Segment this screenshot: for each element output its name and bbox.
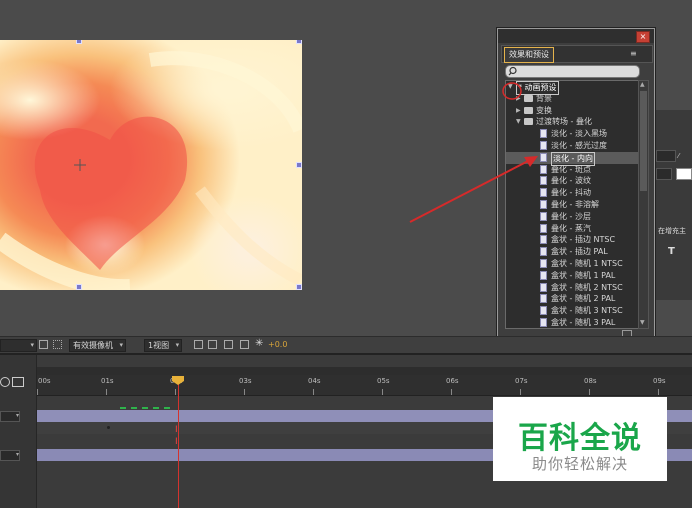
ruler-label: 05s	[377, 377, 390, 385]
ruler-label: 00s	[38, 377, 51, 385]
right-panel-text: 在增充主	[658, 227, 686, 235]
preset-file-icon	[540, 235, 547, 245]
font-dropdown[interactable]	[656, 150, 676, 162]
selection-handle[interactable]	[296, 40, 302, 44]
toggle-pixel-aspect-icon[interactable]	[194, 340, 203, 349]
flowchart-icon[interactable]	[240, 340, 249, 349]
tree-item-label: 盒状 - 随机 3 PAL	[551, 318, 616, 327]
watermark-subtitle: 助你轻松解决	[531, 455, 628, 473]
preset-file-icon	[540, 259, 547, 268]
tree-item-label: 盒状 - 随机 3 NTSC	[551, 306, 623, 316]
playhead-icon[interactable]	[172, 376, 184, 385]
ruler-tick	[106, 389, 107, 395]
preset-file-icon	[540, 270, 547, 280]
composition-frame-preview[interactable]	[0, 40, 302, 290]
ruler-label: 03s	[239, 377, 252, 385]
frame-blending-icon[interactable]	[12, 377, 24, 387]
selection-handle[interactable]	[76, 284, 82, 290]
scrollbar-thumb[interactable]	[640, 91, 647, 191]
ruler-tick	[589, 389, 590, 395]
preset-file-icon	[540, 306, 547, 316]
preset-file-icon	[540, 282, 547, 292]
timeline-icon[interactable]	[224, 340, 233, 349]
work-area-bar[interactable]	[37, 367, 692, 375]
ruler-tick	[658, 389, 659, 395]
tree-preset-item[interactable]: 盒状 - 随机 1 NTSC	[506, 258, 638, 270]
ruler-label: 01s	[101, 377, 114, 385]
ruler-label: 04s	[308, 377, 321, 385]
tree-item-label: 盒状 - 插边 NTSC	[551, 235, 616, 245]
ruler-tick	[382, 389, 383, 395]
fast-preview-icon[interactable]	[208, 340, 217, 349]
panel-title-bar[interactable]: ×	[498, 29, 654, 43]
view-layout-select[interactable]: 1视图	[144, 339, 183, 352]
ruler-label: 06s	[446, 377, 459, 385]
current-time-indicator[interactable]	[178, 379, 179, 508]
panel-menu-icon[interactable]: ≡	[630, 49, 637, 58]
ruler-tick	[451, 389, 452, 395]
ruler-tick	[175, 389, 176, 395]
character-panel-partial: ⁄ 在增充主 T	[653, 110, 692, 300]
preset-file-icon	[540, 318, 547, 327]
ruler-tick	[37, 389, 38, 395]
camera-select[interactable]: 有效摄像机	[69, 339, 126, 352]
exposure-icon[interactable]: ✳	[255, 338, 263, 349]
layer-mode-dropdown[interactable]: ▾	[0, 411, 20, 422]
selection-handle[interactable]	[296, 284, 302, 290]
ruler-tick	[313, 389, 314, 395]
tree-preset-item[interactable]: 盒状 - 随机 2 NTSC	[506, 282, 638, 294]
ruler-label: 07s	[515, 377, 528, 385]
watermark-title: 百科全说	[518, 421, 642, 456]
panel-tab-row: 效果和预设 ≡	[501, 45, 653, 63]
viewer-toolbar: 有效摄像机 1视图 ✳ +0.0	[0, 336, 692, 353]
eyedropper-icon[interactable]: ⁄	[678, 152, 679, 160]
ruler-tick	[520, 389, 521, 395]
tree-item-label: 盒状 - 随机 1 PAL	[551, 270, 616, 280]
fire-heart-image	[0, 51, 302, 290]
selection-handle[interactable]	[296, 162, 302, 168]
annotation-arrow-line	[409, 159, 531, 223]
exposure-value[interactable]: +0.0	[268, 340, 287, 349]
tree-preset-item[interactable]: 盒状 - 随机 1 PAL	[506, 270, 638, 282]
tree-preset-item[interactable]: 盒状 - 插边 PAL	[506, 246, 638, 258]
time-ruler[interactable]: 00s01s02s03s04s05s06s07s08s09s	[37, 375, 692, 396]
tree-item-label: 盒状 - 插边 PAL	[551, 247, 608, 257]
style-dropdown[interactable]	[656, 168, 672, 180]
preview-render-bar	[120, 407, 170, 411]
composition-viewer: ⁄ 在增充主 T × 效果和预设 ≡ ▼ * 动画预设 ▶ 背景 ▶ 变换 ▼ 过渡转场 - …	[0, 0, 692, 346]
scroll-down-icon[interactable]: ▼	[640, 319, 645, 326]
keyframe-dot[interactable]	[107, 426, 110, 429]
text-tool-icon[interactable]: T	[668, 246, 675, 257]
layer-switches-column: ▾ ▾	[0, 355, 37, 508]
tree-preset-item[interactable]: 盒状 - 随机 3 NTSC	[506, 305, 638, 317]
layer-mode-dropdown[interactable]: ▾	[0, 450, 20, 461]
tree-preset-item[interactable]: 盒状 - 随机 3 PAL	[506, 317, 638, 328]
close-icon[interactable]: ×	[636, 31, 650, 43]
ruler-label: 09s	[653, 377, 666, 385]
region-of-interest-icon[interactable]	[39, 340, 48, 349]
ruler-label: 08s	[584, 377, 597, 385]
preset-file-icon	[540, 247, 547, 257]
tree-item-label: 盒状 - 随机 2 NTSC	[551, 282, 623, 292]
zoom-dropdown[interactable]	[0, 339, 37, 352]
preset-file-icon	[540, 294, 547, 304]
tree-item-label: 盒状 - 随机 1 NTSC	[551, 259, 623, 268]
annotation-overlay	[409, 82, 538, 223]
watermark-logo: 百科全说 助你轻松解决	[493, 397, 667, 481]
transparency-grid-icon[interactable]	[53, 340, 62, 349]
tree-item-label: 盒状 - 随机 2 PAL	[551, 294, 616, 304]
fill-color-swatch[interactable]	[676, 168, 692, 180]
tree-preset-item[interactable]: 盒状 - 插边 NTSC	[506, 234, 638, 246]
ruler-tick	[244, 389, 245, 395]
annotation-circle	[502, 82, 522, 100]
tree-preset-item[interactable]: 盒状 - 随机 2 PAL	[506, 293, 638, 305]
tree-scrollbar[interactable]: ▲ ▼	[638, 80, 649, 329]
scroll-up-icon[interactable]: ▲	[640, 81, 645, 88]
tab-effects-presets[interactable]: 效果和预设	[504, 47, 554, 63]
motion-blur-icon[interactable]	[0, 377, 10, 387]
selection-handle[interactable]	[76, 40, 82, 44]
